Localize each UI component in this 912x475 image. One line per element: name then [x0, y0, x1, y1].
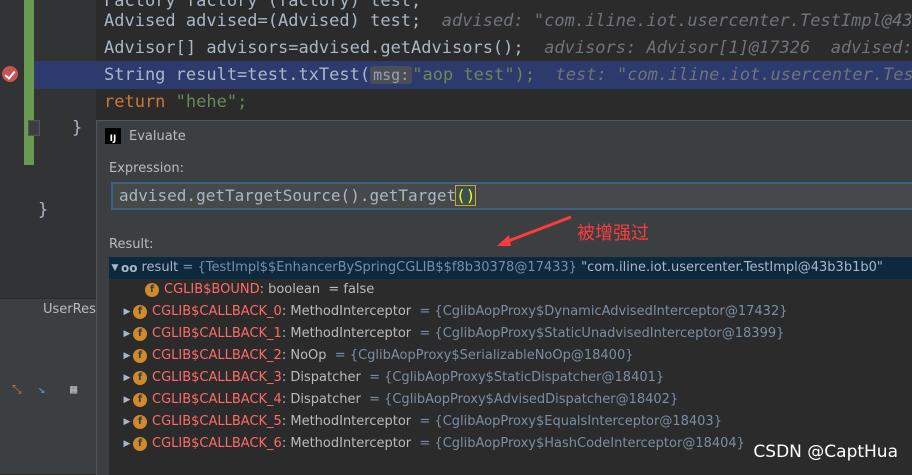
expand-arrow-icon[interactable]: ▶: [121, 301, 133, 323]
tree-row[interactable]: f CGLIB$BOUND: boolean = false: [133, 279, 912, 301]
expand-arrow-icon[interactable]: ▶: [121, 433, 133, 455]
field-icon: f: [133, 415, 147, 429]
debug-panel: [0, 324, 96, 474]
field-icon: f: [133, 371, 147, 385]
tree-row[interactable]: ▶ f CGLIB$CALLBACK_4: Dispatcher = {Cgli…: [121, 389, 912, 411]
intellij-icon: IJ: [105, 128, 121, 144]
field-icon: f: [145, 283, 159, 297]
expression-input[interactable]: advised.getTargetSource().getTarget(): [111, 182, 912, 210]
tree-row-root[interactable]: ▼ oo result = {TestImpl$$EnhancerBySprin…: [109, 257, 912, 279]
step-icon[interactable]: ↘: [38, 382, 52, 396]
tree-row[interactable]: ▶ f CGLIB$CALLBACK_2: NoOp = {CglibAopPr…: [121, 345, 912, 367]
expression-label: Expression:: [109, 161, 184, 176]
table-icon[interactable]: ▦: [70, 382, 84, 396]
field-icon: f: [133, 305, 147, 319]
expand-arrow-icon[interactable]: ▶: [121, 389, 133, 411]
field-icon: f: [133, 437, 147, 451]
param-hint-badge: msg:: [370, 66, 413, 84]
annotation-text: 被增强过: [577, 223, 649, 244]
tree-row[interactable]: ▶ f CGLIB$CALLBACK_3: Dispatcher = {Cgli…: [121, 367, 912, 389]
evaluate-dialog: IJ Evaluate Expression: advised.getTarge…: [96, 120, 912, 475]
expand-arrow-icon[interactable]: ▼: [109, 257, 121, 279]
field-icon: f: [133, 393, 147, 407]
expand-arrow-icon[interactable]: ▶: [121, 367, 133, 389]
tree-row[interactable]: ▶ f CGLIB$CALLBACK_1: MethodInterceptor …: [121, 323, 912, 345]
dialog-title-text: Evaluate: [129, 128, 186, 144]
code-line[interactable]: return "hehe";: [104, 89, 247, 116]
fold-icon[interactable]: [28, 120, 40, 136]
code-line[interactable]: Advised advised=(Advised) test; advised:…: [104, 8, 912, 35]
annotation-arrow: [497, 215, 572, 246]
restore-layout-icon[interactable]: ⤡: [12, 382, 26, 396]
field-icon: f: [133, 349, 147, 363]
expand-arrow-icon[interactable]: ▶: [121, 411, 133, 433]
field-icon: f: [133, 327, 147, 341]
tab-userrest[interactable]: UserRest: [43, 302, 101, 317]
expand-arrow-icon[interactable]: ▶: [121, 323, 133, 345]
code-line-current[interactable]: String result=test.txTest(msg: "aop test"…: [104, 62, 912, 89]
tree-row[interactable]: ▶ f CGLIB$CALLBACK_5: MethodInterceptor …: [121, 411, 912, 433]
object-icon: oo: [121, 261, 138, 275]
dialog-title: IJ Evaluate: [105, 128, 186, 144]
tree-row[interactable]: ▶ f CGLIB$CALLBACK_0: MethodInterceptor …: [121, 301, 912, 323]
watermark: CSDN @CaptHua: [753, 442, 898, 462]
code-line[interactable]: Advisor[] advisors=advised.getAdvisors()…: [104, 35, 912, 62]
closing-brace: }: [72, 118, 83, 138]
change-marker: [24, 0, 34, 165]
expand-arrow-icon[interactable]: ▶: [121, 345, 133, 367]
breakpoint-icon[interactable]: [2, 66, 18, 82]
result-label: Result:: [109, 237, 154, 252]
closing-brace: }: [38, 200, 49, 220]
